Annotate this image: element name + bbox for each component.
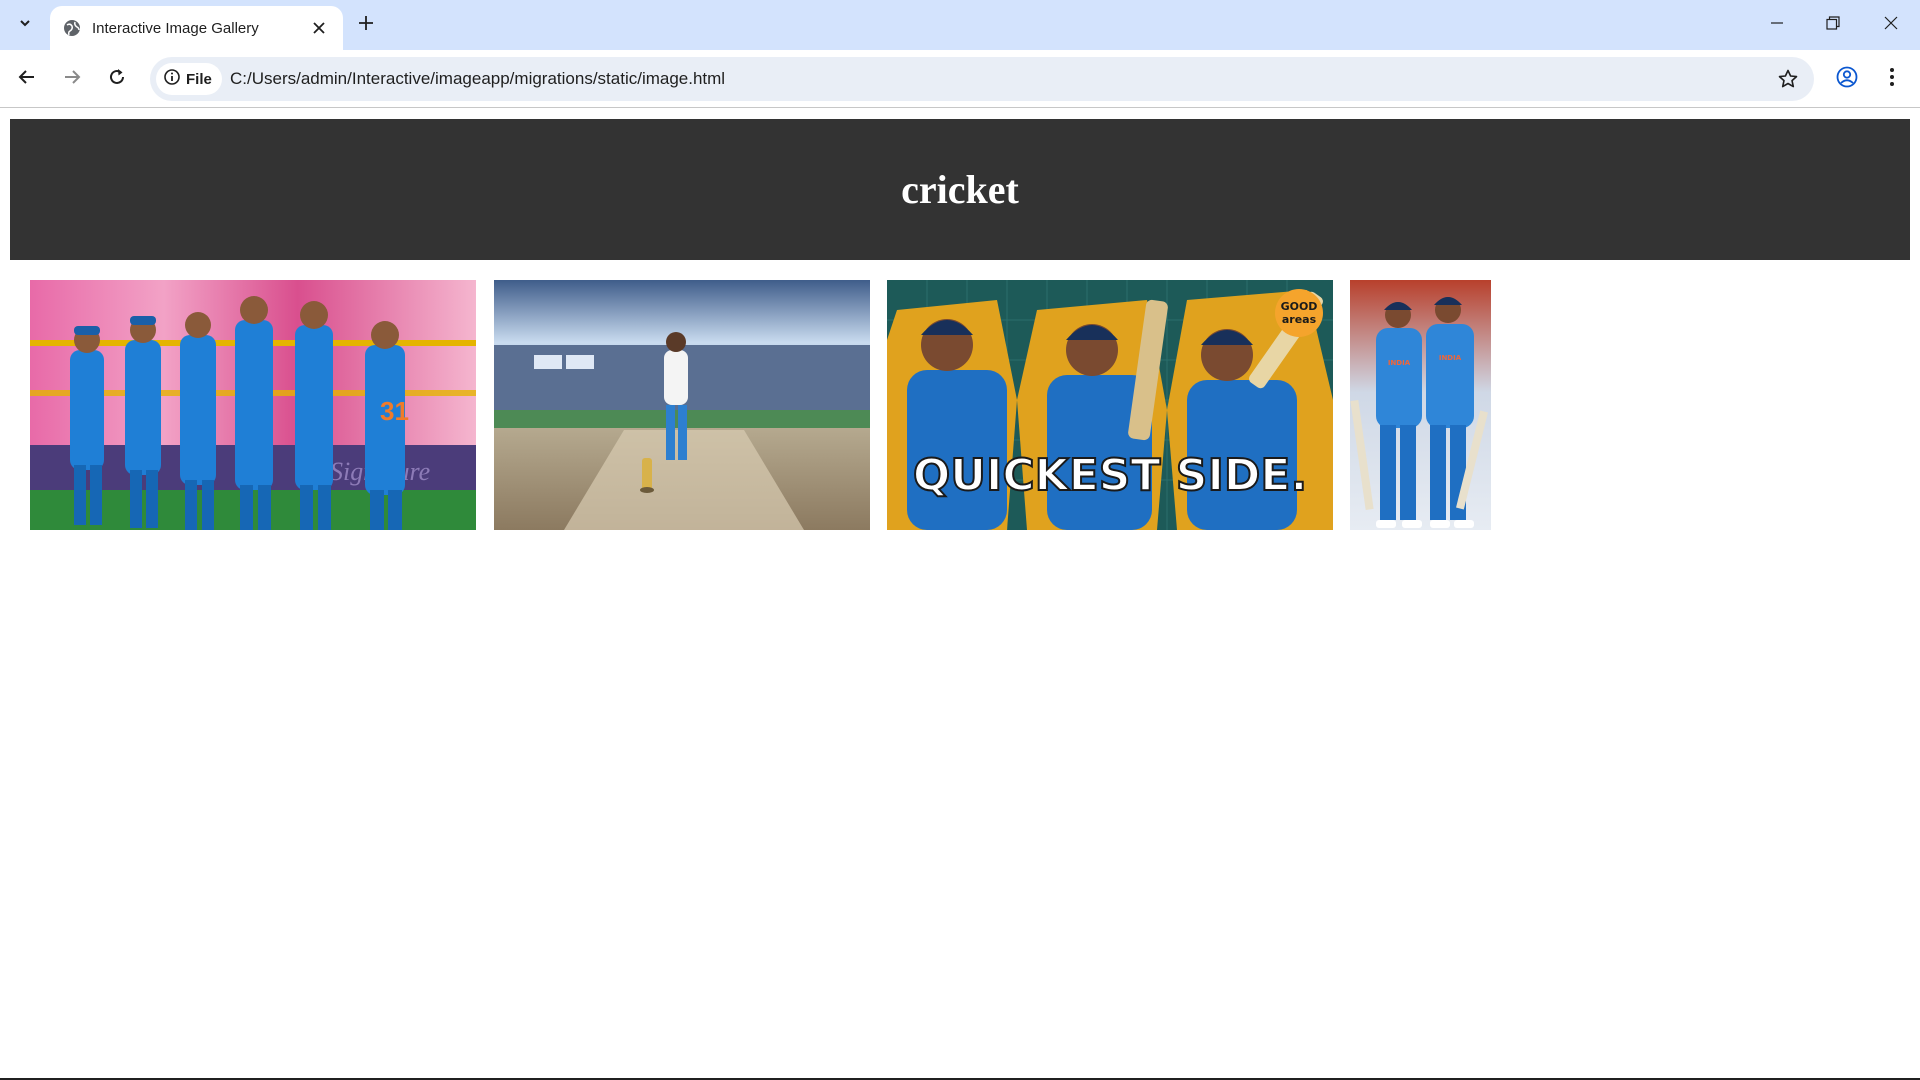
globe-icon xyxy=(62,18,82,38)
arrow-left-icon xyxy=(18,68,36,91)
restore-button[interactable] xyxy=(1804,0,1862,50)
more-vert-icon xyxy=(1889,67,1895,92)
info-icon xyxy=(164,68,180,90)
account-icon xyxy=(1836,66,1858,93)
reload-button[interactable] xyxy=(99,61,135,97)
bookmark-star-icon[interactable] xyxy=(1776,67,1800,91)
svg-text:GOOD: GOOD xyxy=(1281,300,1318,313)
plus-icon xyxy=(358,15,374,36)
close-window-button[interactable] xyxy=(1862,0,1920,50)
browser-toolbar: File C:/Users/admin/Interactive/imageapp… xyxy=(0,50,1920,108)
tab-strip: Interactive Image Gallery xyxy=(0,0,1920,50)
reload-icon xyxy=(108,68,126,91)
minimize-button[interactable] xyxy=(1748,0,1806,50)
close-icon xyxy=(1884,16,1898,35)
stadium-trophy-image[interactable] xyxy=(494,280,870,530)
url-text[interactable]: C:/Users/admin/Interactive/imageapp/migr… xyxy=(230,57,725,101)
address-bar[interactable]: File C:/Users/admin/Interactive/imageapp… xyxy=(150,57,1814,101)
two-batters-image[interactable]: INDIA INDIA xyxy=(1350,280,1491,530)
tab-title: Interactive Image Gallery xyxy=(92,19,259,37)
svg-text:INDIA: INDIA xyxy=(1439,354,1462,362)
site-info-chip[interactable]: File xyxy=(156,63,222,95)
profile-button[interactable] xyxy=(1829,61,1865,97)
quickest-side-image[interactable]: QUICKEST SIDE. GOOD areas xyxy=(887,280,1333,530)
page-content: cricket Signature xyxy=(0,109,1920,1080)
arrow-right-icon xyxy=(63,68,81,91)
svg-text:31: 31 xyxy=(380,396,409,426)
back-button[interactable] xyxy=(9,61,45,97)
minimize-icon xyxy=(1770,16,1784,35)
restore-icon xyxy=(1826,15,1840,35)
poster-caption: QUICKEST SIDE. xyxy=(913,450,1307,501)
new-tab-button[interactable] xyxy=(352,11,380,39)
file-chip-label: File xyxy=(186,70,212,88)
page-header: cricket xyxy=(10,119,1910,260)
team-celebration-image[interactable]: Signature 31 xyxy=(30,280,476,530)
svg-text:areas: areas xyxy=(1282,313,1317,326)
chevron-down-icon xyxy=(18,16,32,35)
tab-search-button[interactable] xyxy=(8,9,42,41)
page-title: cricket xyxy=(901,167,1019,212)
active-tab[interactable]: Interactive Image Gallery xyxy=(50,6,343,50)
close-tab-icon[interactable] xyxy=(307,16,331,40)
svg-text:INDIA: INDIA xyxy=(1388,359,1411,367)
forward-button[interactable] xyxy=(54,61,90,97)
menu-button[interactable] xyxy=(1874,61,1910,97)
